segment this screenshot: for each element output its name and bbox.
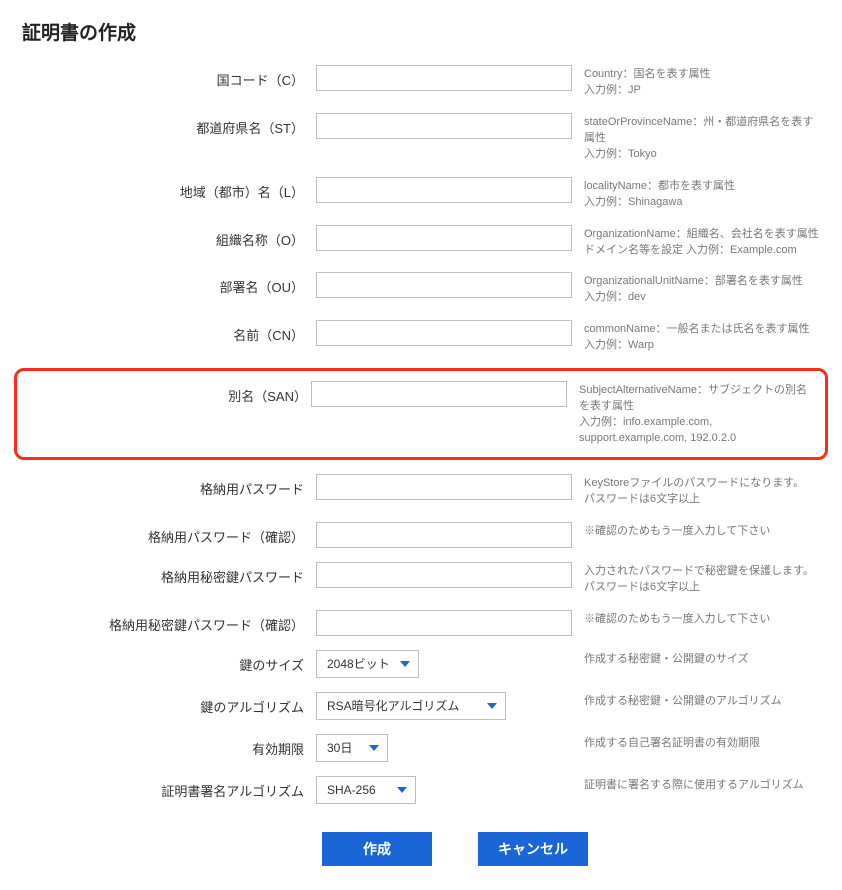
select-keysize[interactable]: 2048ビット bbox=[316, 650, 419, 678]
select-validity[interactable]: 30日 bbox=[316, 734, 388, 762]
input-ou[interactable] bbox=[316, 272, 572, 298]
caret-down-icon bbox=[487, 703, 497, 709]
hint-privatekey-password: 入力されたパスワードで秘密鍵を保護します。パスワードは6文字以上 bbox=[584, 562, 820, 596]
input-locality[interactable] bbox=[316, 177, 572, 203]
row-keysize: 鍵のサイズ 2048ビット 作成する秘密鍵・公開鍵のサイズ bbox=[22, 650, 820, 678]
input-keystore-password[interactable] bbox=[316, 474, 572, 500]
caret-down-icon bbox=[369, 745, 379, 751]
row-country: 国コード（C） Country：国名を表す属性入力例：JP bbox=[22, 65, 820, 99]
label-privatekey-password: 格納用秘密鍵パスワード bbox=[22, 562, 304, 586]
hint-locality: localityName：都市を表す属性入力例：Shinagawa bbox=[584, 177, 820, 211]
row-privatekey-password: 格納用秘密鍵パスワード 入力されたパスワードで秘密鍵を保護します。パスワードは6… bbox=[22, 562, 820, 596]
input-privatekey-password[interactable] bbox=[316, 562, 572, 588]
label-country: 国コード（C） bbox=[22, 65, 304, 89]
hint-keystore-password: KeyStoreファイルのパスワードになります。パスワードは6文字以上 bbox=[584, 474, 820, 508]
label-org: 組織名称（O） bbox=[22, 225, 304, 249]
label-ou: 部署名（OU） bbox=[22, 272, 304, 296]
hint-org: OrganizationName：組織名、会社名を表す属性ドメイン名等を設定 入… bbox=[584, 225, 820, 259]
hint-validity: 作成する自己署名証明書の有効期限 bbox=[584, 734, 820, 752]
action-bar: 作成 キャンセル bbox=[22, 832, 820, 866]
row-privatekey-password-confirm: 格納用秘密鍵パスワード（確認） ※確認のためもう一度入力して下さい bbox=[22, 610, 820, 636]
label-san: 別名（SAN） bbox=[17, 381, 307, 405]
row-state: 都道府県名（ST） stateOrProvinceName：州・都道府県名を表す… bbox=[22, 113, 820, 163]
label-keystore-password-confirm: 格納用パスワード（確認） bbox=[22, 522, 304, 546]
input-privatekey-password-confirm[interactable] bbox=[316, 610, 572, 636]
input-san[interactable] bbox=[311, 381, 567, 407]
certificate-form: 国コード（C） Country：国名を表す属性入力例：JP 都道府県名（ST） … bbox=[22, 65, 820, 866]
input-state[interactable] bbox=[316, 113, 572, 139]
page-title: 証明書の作成 bbox=[22, 18, 820, 45]
hint-privatekey-password-confirm: ※確認のためもう一度入力して下さい bbox=[584, 610, 820, 628]
select-sigalgo[interactable]: SHA-256 bbox=[316, 776, 416, 804]
row-cn: 名前（CN） commonName：一般名または氏名を表す属性入力例：Warp bbox=[22, 320, 820, 354]
hint-sigalgo: 証明書に署名する際に使用するアルゴリズム bbox=[584, 776, 820, 794]
create-button[interactable]: 作成 bbox=[322, 832, 432, 866]
label-cn: 名前（CN） bbox=[22, 320, 304, 344]
label-privatekey-password-confirm: 格納用秘密鍵パスワード（確認） bbox=[22, 610, 304, 634]
row-locality: 地域（都市）名（L） localityName：都市を表す属性入力例：Shina… bbox=[22, 177, 820, 211]
row-keystore-password: 格納用パスワード KeyStoreファイルのパスワードになります。パスワードは6… bbox=[22, 474, 820, 508]
hint-ou: OrganizationalUnitName：部署名を表す属性入力例：dev bbox=[584, 272, 820, 306]
hint-keyalgo: 作成する秘密鍵・公開鍵のアルゴリズム bbox=[584, 692, 820, 710]
label-keysize: 鍵のサイズ bbox=[22, 650, 304, 674]
select-validity-value: 30日 bbox=[327, 739, 352, 756]
row-org: 組織名称（O） OrganizationName：組織名、会社名を表す属性ドメイ… bbox=[22, 225, 820, 259]
hint-country: Country：国名を表す属性入力例：JP bbox=[584, 65, 820, 99]
hint-state: stateOrProvinceName：州・都道府県名を表す属性入力例：Toky… bbox=[584, 113, 820, 163]
select-keyalgo[interactable]: RSA暗号化アルゴリズム bbox=[316, 692, 506, 720]
label-sigalgo: 証明書署名アルゴリズム bbox=[22, 776, 304, 800]
select-sigalgo-value: SHA-256 bbox=[327, 783, 376, 797]
label-validity: 有効期限 bbox=[22, 734, 304, 758]
row-sigalgo: 証明書署名アルゴリズム SHA-256 証明書に署名する際に使用するアルゴリズム bbox=[22, 776, 820, 804]
row-keystore-password-confirm: 格納用パスワード（確認） ※確認のためもう一度入力して下さい bbox=[22, 522, 820, 548]
input-org[interactable] bbox=[316, 225, 572, 251]
row-validity: 有効期限 30日 作成する自己署名証明書の有効期限 bbox=[22, 734, 820, 762]
hint-keystore-password-confirm: ※確認のためもう一度入力して下さい bbox=[584, 522, 820, 540]
label-keystore-password: 格納用パスワード bbox=[22, 474, 304, 498]
label-keyalgo: 鍵のアルゴリズム bbox=[22, 692, 304, 716]
select-keysize-value: 2048ビット bbox=[327, 655, 390, 672]
hint-cn: commonName：一般名または氏名を表す属性入力例：Warp bbox=[584, 320, 820, 354]
caret-down-icon bbox=[400, 661, 410, 667]
input-country[interactable] bbox=[316, 65, 572, 91]
input-cn[interactable] bbox=[316, 320, 572, 346]
hint-keysize: 作成する秘密鍵・公開鍵のサイズ bbox=[584, 650, 820, 668]
row-keyalgo: 鍵のアルゴリズム RSA暗号化アルゴリズム 作成する秘密鍵・公開鍵のアルゴリズム bbox=[22, 692, 820, 720]
row-san: 別名（SAN） SubjectAlternativeName：サブジェクトの別名… bbox=[14, 368, 828, 460]
caret-down-icon bbox=[397, 787, 407, 793]
label-state: 都道府県名（ST） bbox=[22, 113, 304, 137]
input-keystore-password-confirm[interactable] bbox=[316, 522, 572, 548]
hint-san: SubjectAlternativeName：サブジェクトの別名を表す属性入力例… bbox=[579, 381, 817, 447]
cancel-button[interactable]: キャンセル bbox=[478, 832, 588, 866]
select-keyalgo-value: RSA暗号化アルゴリズム bbox=[327, 697, 459, 714]
row-ou: 部署名（OU） OrganizationalUnitName：部署名を表す属性入… bbox=[22, 272, 820, 306]
label-locality: 地域（都市）名（L） bbox=[22, 177, 304, 201]
